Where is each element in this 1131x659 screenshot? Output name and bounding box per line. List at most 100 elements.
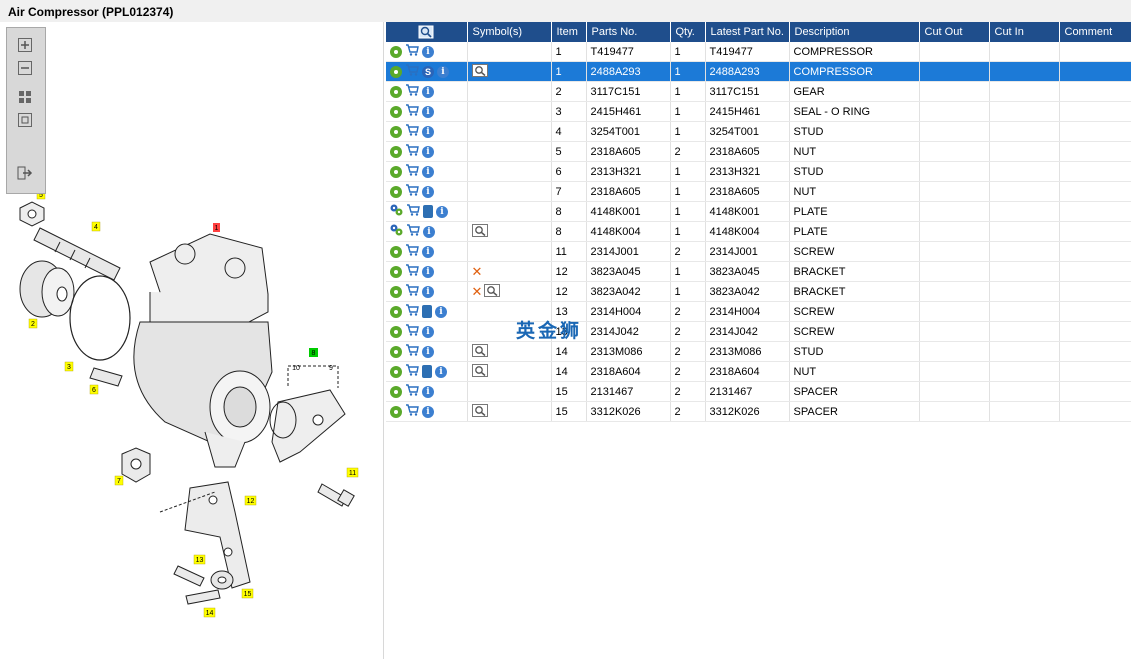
shopping-cart-icon[interactable] — [405, 284, 419, 299]
part-spacer-15[interactable] — [210, 570, 234, 590]
shopping-cart-icon[interactable] — [405, 364, 419, 379]
part-gear-2[interactable] — [19, 260, 75, 318]
fit-window-icon[interactable] — [16, 111, 34, 129]
table-row[interactable]: i 14 2318A604 2 2318A604 NUT — [386, 361, 1131, 382]
add-to-list-gear-icon[interactable] — [390, 125, 402, 138]
table-row[interactable]: i 7 2318A605 1 2318A605 NUT — [386, 181, 1131, 202]
table-row[interactable]: Si 1 2488A293 1 2488A293 COMPRESSOR — [386, 61, 1131, 82]
table-row[interactable]: i 11 2314J001 2 2314J001 SCREW — [386, 241, 1131, 262]
add-to-list-gear-icon[interactable] — [390, 45, 402, 58]
part-o-ring-3[interactable] — [69, 275, 131, 361]
info-icon[interactable]: i — [422, 145, 434, 158]
zoom-in-icon[interactable] — [16, 36, 34, 54]
export-icon[interactable] — [16, 164, 34, 182]
column-header-qty[interactable]: Qty. — [670, 22, 706, 42]
table-row[interactable]: i 1 T419477 1 T419477 COMPRESSOR — [386, 42, 1131, 62]
table-row[interactable]: i 2 3117C151 1 3117C151 GEAR — [386, 81, 1131, 102]
shopping-cart-icon[interactable] — [405, 64, 419, 79]
add-to-list-gear-icon[interactable] — [390, 165, 402, 178]
exploded-diagram[interactable]: 1 2 3 4 5 6 7 8 9 10 11 12 13 14 15 — [0, 22, 383, 659]
table-row[interactable]: i 3 2415H461 1 2415H461 SEAL - O RING — [386, 101, 1131, 122]
info-icon[interactable]: i — [422, 105, 434, 118]
assembly-gear-icon[interactable] — [390, 204, 403, 219]
part-stud-14[interactable] — [185, 589, 221, 605]
shopping-cart-icon[interactable] — [405, 144, 419, 159]
table-row[interactable]: i 15 2131467 2 2131467 SPACER — [386, 381, 1131, 402]
view-illustration-icon[interactable] — [471, 363, 488, 380]
info-icon[interactable]: i — [437, 65, 449, 78]
table-row[interactable]: i 14 2313M086 2 2313M086 STUD — [386, 341, 1131, 362]
info-icon[interactable]: i — [422, 245, 434, 258]
view-illustration-icon[interactable] — [471, 403, 488, 420]
info-icon[interactable]: i — [435, 365, 447, 378]
zoom-out-icon[interactable] — [16, 59, 34, 77]
shopping-cart-icon[interactable] — [405, 184, 419, 199]
table-row[interactable]: i 4 3254T001 1 3254T001 STUD — [386, 121, 1131, 142]
add-to-list-gear-icon[interactable] — [390, 405, 402, 418]
table-row[interactable]: i ✕ 12 3823A045 1 3823A045 BRACKET — [386, 261, 1131, 282]
column-header-comment[interactable]: Comment — [1059, 22, 1131, 42]
table-row[interactable]: i 8 4148K004 1 4148K004 PLATE — [386, 221, 1131, 242]
add-to-list-gear-icon[interactable] — [390, 65, 402, 78]
shopping-cart-icon[interactable] — [405, 84, 419, 99]
part-nut-7[interactable] — [121, 447, 151, 483]
table-row[interactable]: i 5 2318A605 2 2318A605 NUT — [386, 141, 1131, 162]
document-icon[interactable] — [423, 205, 433, 218]
add-to-list-gear-icon[interactable] — [390, 325, 402, 338]
add-to-list-gear-icon[interactable] — [390, 245, 402, 258]
info-icon[interactable]: i — [422, 45, 434, 58]
part-stud-6[interactable] — [89, 367, 123, 387]
shopping-cart-icon[interactable] — [405, 324, 419, 339]
add-to-list-gear-icon[interactable] — [390, 265, 402, 278]
table-row[interactable]: i 6 2313H321 1 2313H321 STUD — [386, 161, 1131, 182]
column-header-cut-in[interactable]: Cut In — [989, 22, 1060, 42]
view-illustration-icon[interactable] — [471, 223, 488, 240]
shopping-cart-icon[interactable] — [405, 264, 419, 279]
info-icon[interactable]: i — [422, 385, 434, 398]
info-icon[interactable]: i — [422, 265, 434, 278]
shopping-cart-icon[interactable] — [405, 344, 419, 359]
shopping-cart-icon[interactable] — [405, 304, 419, 319]
part-compressor-body-1[interactable] — [133, 233, 273, 468]
add-to-list-gear-icon[interactable] — [390, 345, 402, 358]
shopping-cart-icon[interactable] — [405, 384, 419, 399]
service-s-icon[interactable]: S — [422, 65, 434, 78]
column-header-description[interactable]: Description — [789, 22, 920, 42]
shopping-cart-icon[interactable] — [405, 104, 419, 119]
add-to-list-gear-icon[interactable] — [390, 145, 402, 158]
add-to-list-gear-icon[interactable] — [390, 305, 402, 318]
add-to-list-gear-icon[interactable] — [390, 365, 402, 378]
column-header-actions[interactable] — [386, 22, 468, 42]
document-icon[interactable] — [422, 305, 432, 318]
info-icon[interactable]: i — [422, 85, 434, 98]
column-header-cut-out[interactable]: Cut Out — [919, 22, 990, 42]
shopping-cart-icon[interactable] — [405, 44, 419, 59]
table-row[interactable]: i 15 3312K026 2 3312K026 SPACER — [386, 401, 1131, 422]
table-row[interactable]: i 13 2314J042 2 2314J042 SCREW — [386, 321, 1131, 342]
fit-all-icon[interactable] — [16, 88, 34, 106]
search-view-icon[interactable] — [418, 25, 434, 39]
column-header-symbols[interactable]: Symbol(s) — [467, 22, 552, 42]
shopping-cart-icon[interactable] — [405, 244, 419, 259]
view-illustration-icon[interactable] — [471, 63, 488, 80]
add-to-list-gear-icon[interactable] — [390, 85, 402, 98]
table-row[interactable]: i 13 2314H004 2 2314H004 SCREW — [386, 301, 1131, 322]
view-illustration-icon[interactable] — [471, 343, 488, 360]
column-header-item[interactable]: Item — [551, 22, 587, 42]
info-icon[interactable]: i — [422, 345, 434, 358]
info-icon[interactable]: i — [422, 125, 434, 138]
diagram-pane[interactable]: 1 2 3 4 5 6 7 8 9 10 11 12 13 14 15 — [0, 22, 384, 659]
info-icon[interactable]: i — [423, 225, 435, 238]
info-icon[interactable]: i — [422, 285, 434, 298]
info-icon[interactable]: i — [436, 205, 448, 218]
info-icon[interactable]: i — [422, 165, 434, 178]
info-icon[interactable]: i — [422, 405, 434, 418]
part-screw-11[interactable] — [317, 483, 355, 507]
shopping-cart-icon[interactable] — [406, 204, 420, 219]
part-nut-5[interactable] — [19, 201, 45, 227]
info-icon[interactable]: i — [422, 325, 434, 338]
part-screw-13[interactable] — [173, 565, 205, 587]
shopping-cart-icon[interactable] — [405, 124, 419, 139]
add-to-list-gear-icon[interactable] — [390, 105, 402, 118]
info-icon[interactable]: i — [435, 305, 447, 318]
